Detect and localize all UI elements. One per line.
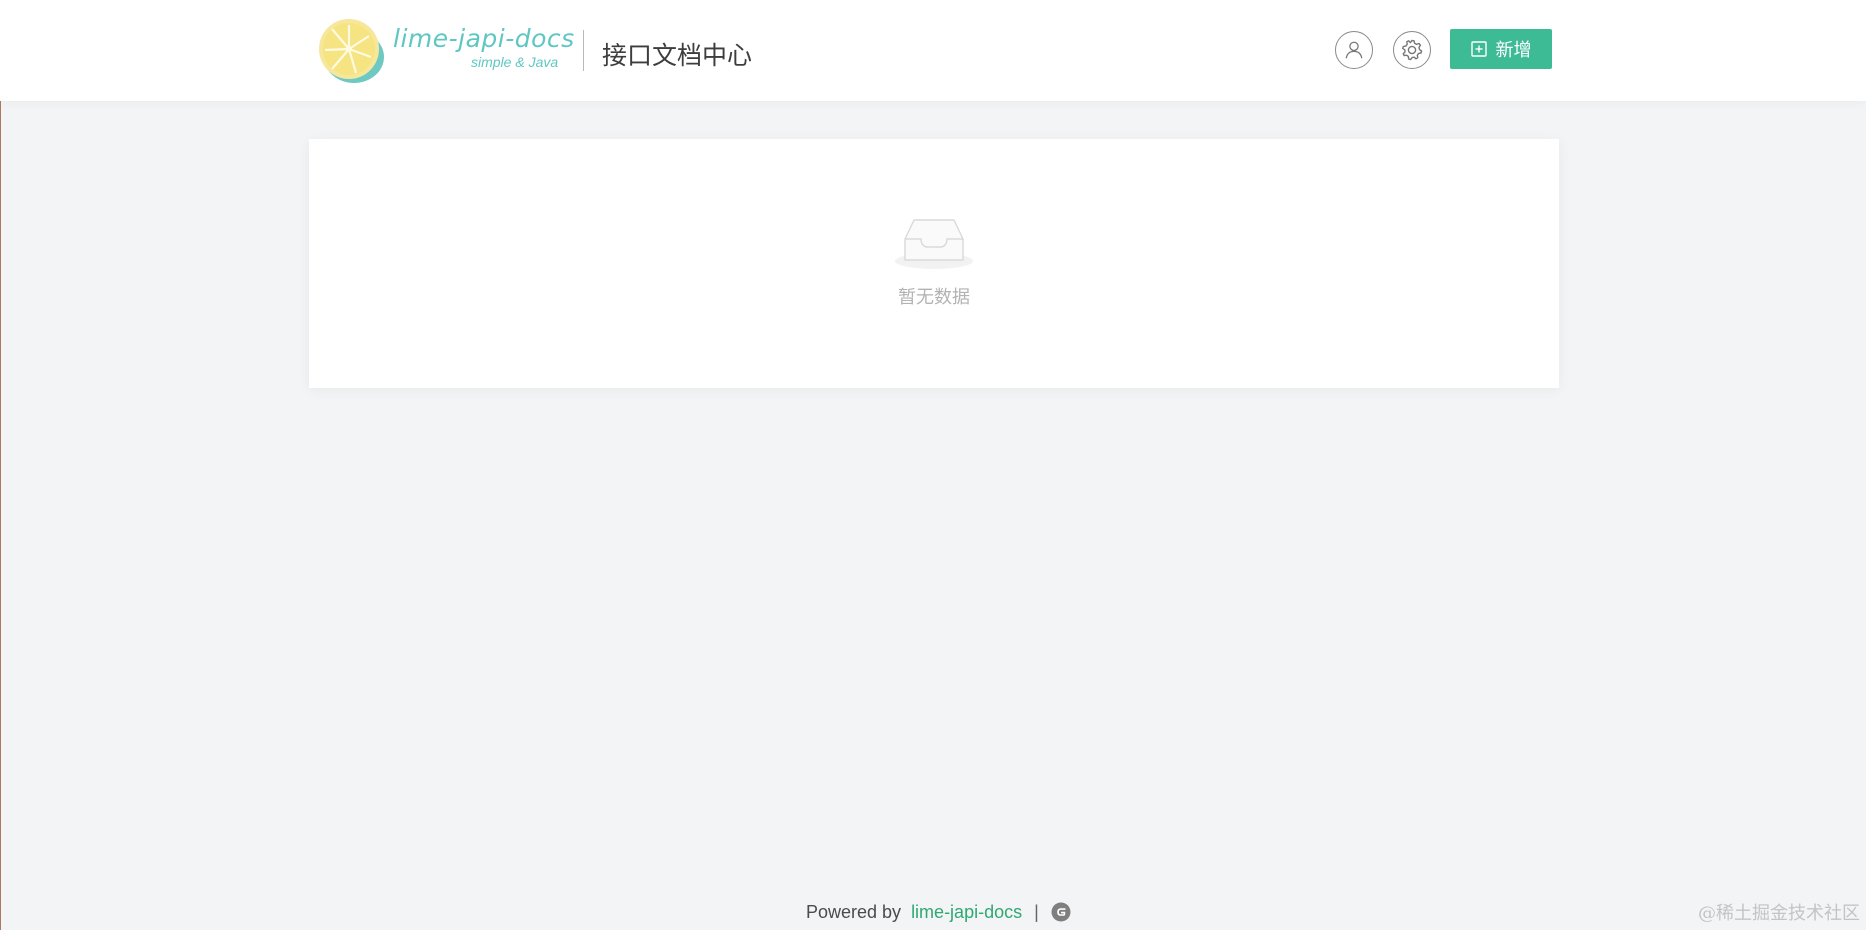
gear-icon — [1402, 39, 1423, 61]
empty-inbox-icon — [895, 219, 973, 269]
content-card: 暂无数据 — [309, 139, 1559, 388]
header-divider — [583, 30, 584, 71]
watermark: @稀土掘金技术社区 — [1698, 903, 1860, 924]
lime-logo-icon — [319, 19, 384, 83]
settings-button[interactable] — [1393, 31, 1431, 69]
footer-link[interactable]: lime-japi-docs — [911, 902, 1022, 923]
add-button[interactable]: 新增 — [1450, 29, 1552, 69]
top-header: lime-japi-docs simple & Java 接口文档中心 新增 — [0, 0, 1866, 101]
footer: Powered by lime-japi-docs | — [806, 899, 1071, 925]
page-title: 接口文档中心 — [602, 41, 753, 70]
powered-by-text: Powered by — [806, 901, 902, 922]
plus-square-icon — [1470, 41, 1487, 57]
brand-name: lime-japi-docs — [393, 24, 575, 53]
brand-tagline: simple & Java — [471, 54, 559, 70]
user-icon — [1345, 41, 1363, 59]
footer-separator: | — [1034, 901, 1039, 922]
add-button-label: 新增 — [1495, 40, 1532, 61]
gitee-icon[interactable] — [1051, 902, 1071, 922]
user-button[interactable] — [1335, 31, 1373, 69]
empty-text: 暂无数据 — [898, 287, 970, 308]
